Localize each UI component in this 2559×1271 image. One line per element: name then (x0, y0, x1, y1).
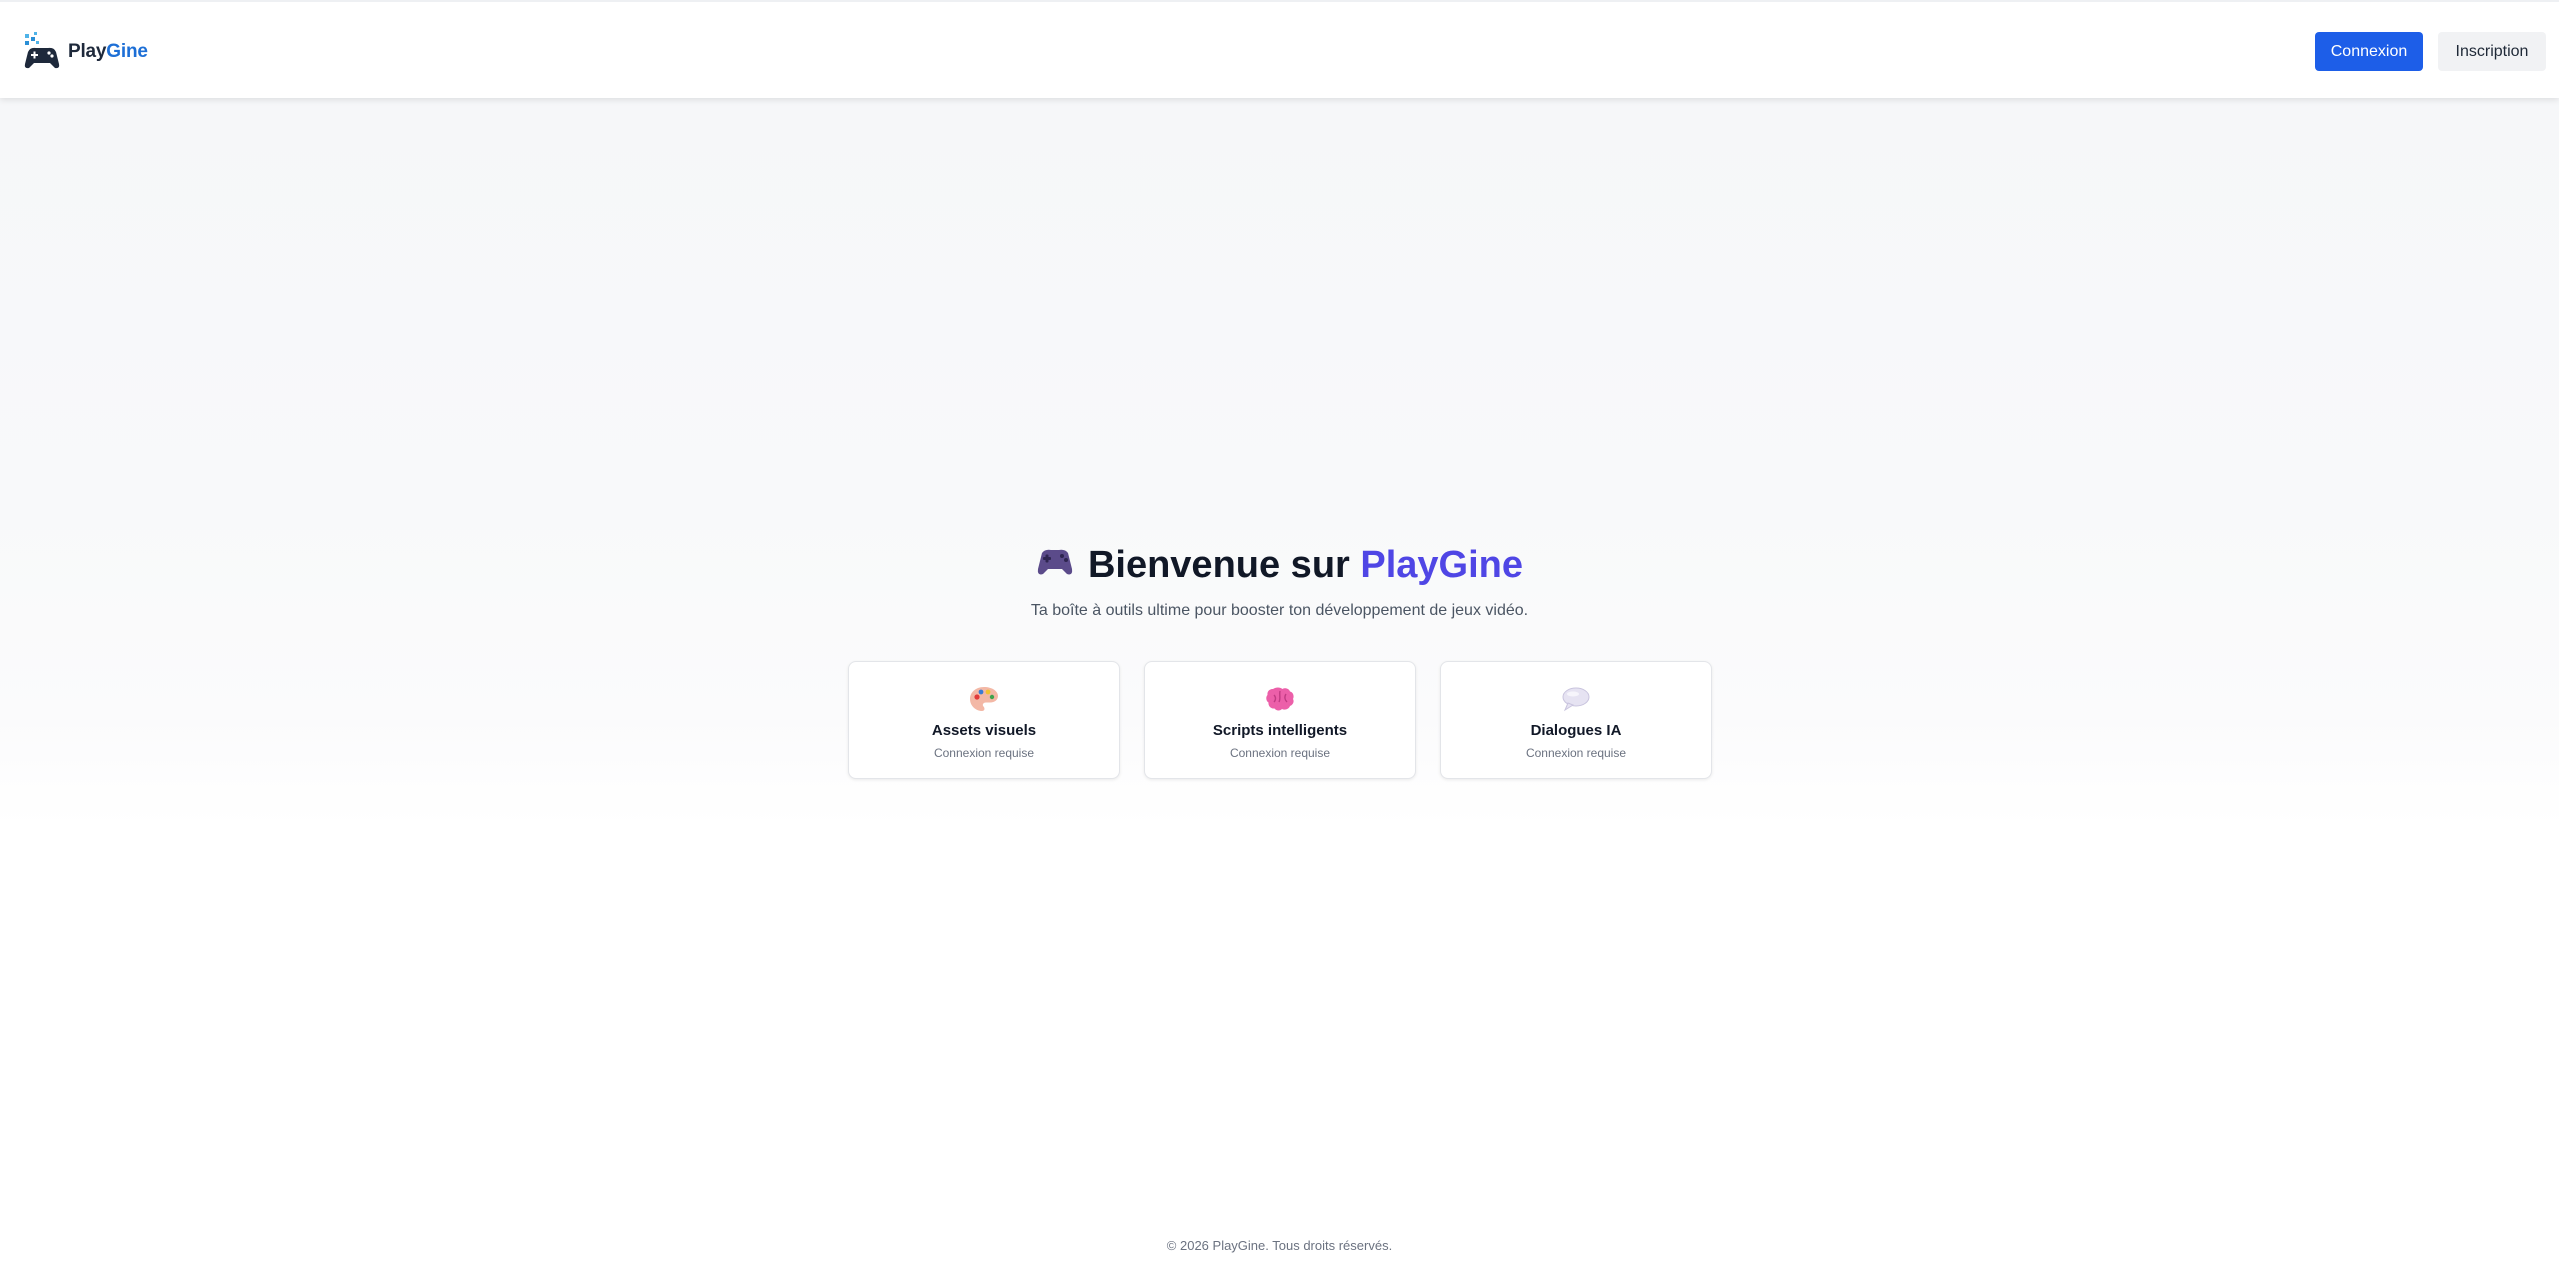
feature-card-status: Connexion requise (933, 746, 1035, 760)
feature-card-status: Connexion requise (1525, 746, 1627, 760)
hero-title: Bienvenue sur PlayGine (0, 540, 2559, 590)
feature-card-dialogues[interactable]: Dialogues IA Connexion requise (1440, 661, 1712, 779)
hero-title-text: Bienvenue sur PlayGine (1087, 544, 1524, 586)
brand-name: PlayGine (68, 41, 148, 62)
speech-bubble-icon (1559, 684, 1593, 714)
feature-card-status: Connexion requise (1229, 746, 1331, 760)
top-navbar: PlayGine Connexion Inscription (0, 0, 2559, 98)
signup-button[interactable]: Inscription (2438, 32, 2546, 71)
palette-icon (967, 684, 1001, 714)
feature-card-scripts[interactable]: Scripts intelligents Connexion requise (1144, 661, 1416, 779)
brand-logo-link[interactable]: PlayGine (22, 32, 148, 72)
feature-card-title: Dialogues IA (1530, 722, 1622, 739)
feature-cards: Assets visuels Connexion requise Scripts… (848, 661, 1712, 779)
gamepad-logo-icon (22, 32, 62, 72)
feature-card-assets[interactable]: Assets visuels Connexion requise (848, 661, 1120, 779)
gamepad-emoji-icon (1036, 540, 1074, 590)
feature-card-title: Scripts intelligents (1212, 722, 1348, 739)
hero-section: Bienvenue sur PlayGine Ta boîte à outils… (0, 540, 2559, 620)
footer-copyright: © 2026 PlayGine. Tous droits réservés. (1166, 1238, 1393, 1253)
hero-subtitle: Ta boîte à outils ultime pour booster to… (1030, 602, 1529, 619)
login-button[interactable]: Connexion (2315, 32, 2423, 71)
feature-card-title: Assets visuels (931, 722, 1037, 739)
brain-icon (1263, 684, 1297, 714)
